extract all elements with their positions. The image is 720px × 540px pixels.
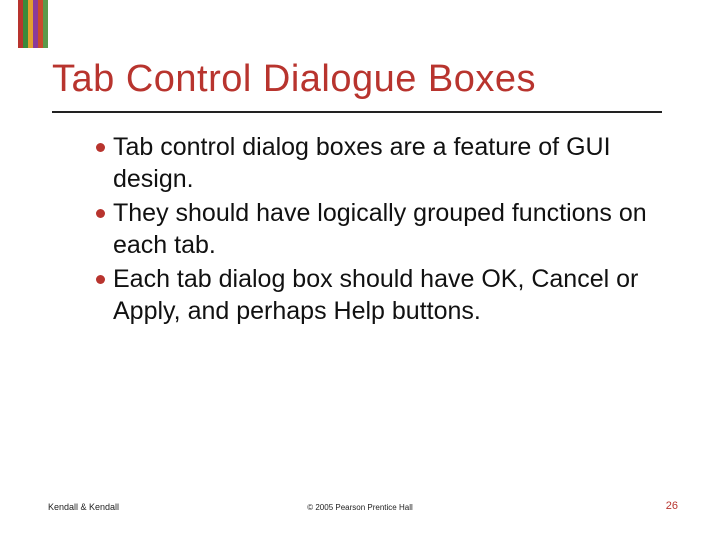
bullet-icon [96, 275, 105, 284]
list-item: Tab control dialog boxes are a feature o… [96, 131, 656, 195]
bullet-list: Tab control dialog boxes are a feature o… [96, 131, 656, 327]
bullet-text: Tab control dialog boxes are a feature o… [113, 131, 656, 195]
footer-page-number: 26 [666, 500, 678, 512]
footer-copyright: © 2005 Pearson Prentice Hall [0, 503, 720, 512]
bullet-text: Each tab dialog box should have OK, Canc… [113, 263, 656, 327]
list-item: Each tab dialog box should have OK, Canc… [96, 263, 656, 327]
slide-title: Tab Control Dialogue Boxes [52, 58, 672, 101]
bullet-icon [96, 143, 105, 152]
list-item: They should have logically grouped funct… [96, 197, 656, 261]
title-rule [52, 111, 662, 113]
slide: Tab Control Dialogue Boxes Tab control d… [0, 0, 720, 540]
bullet-icon [96, 209, 105, 218]
bullet-text: They should have logically grouped funct… [113, 197, 656, 261]
